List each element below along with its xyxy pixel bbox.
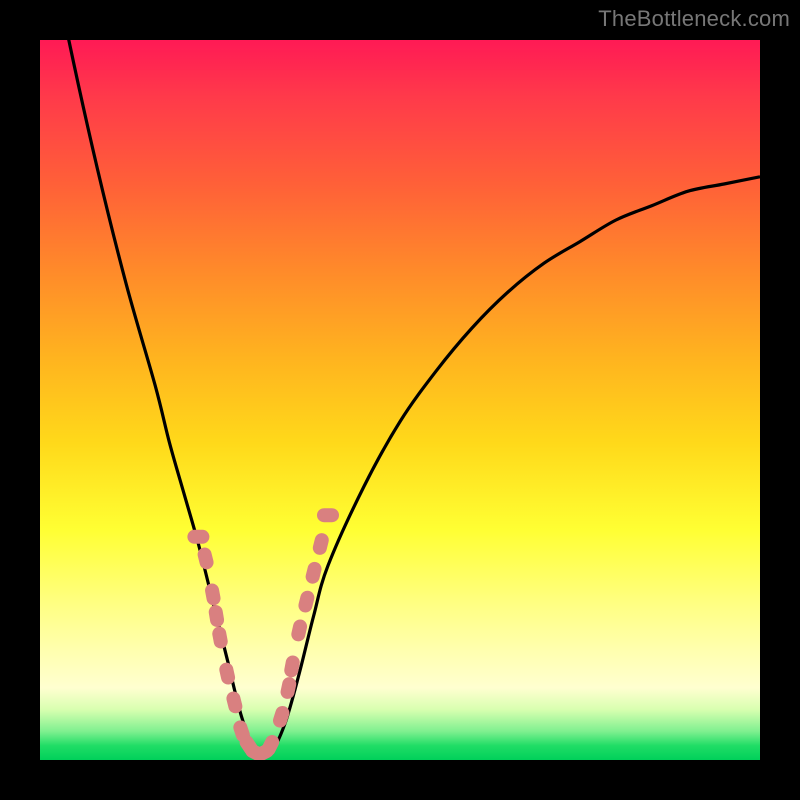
chart-svg <box>40 40 760 760</box>
curve-marker <box>204 582 222 606</box>
curve-marker <box>297 589 316 614</box>
curve-marker <box>317 508 339 522</box>
curve-marker <box>208 604 225 628</box>
chart-frame: TheBottleneck.com <box>0 0 800 800</box>
bottleneck-curve <box>40 40 760 757</box>
curve-marker <box>187 530 209 544</box>
curve-marker <box>311 532 330 557</box>
curve-marker <box>211 625 229 649</box>
plot-area <box>40 40 760 760</box>
curve-marker <box>279 676 297 700</box>
curve-marker <box>290 618 308 643</box>
watermark-text: TheBottleneck.com <box>598 6 790 32</box>
curve-marker <box>271 704 291 729</box>
curve-marker <box>304 560 323 585</box>
